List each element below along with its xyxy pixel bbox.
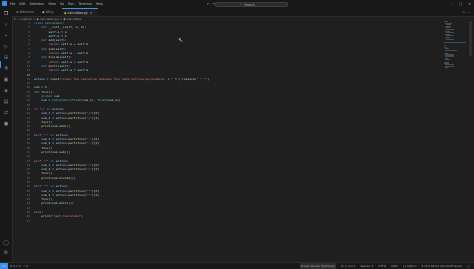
encoding-status[interactable]: UTF-8: [378, 263, 386, 269]
extensions-icon[interactable]: ⊞: [3, 55, 9, 61]
menu-item-edit[interactable]: Edit: [19, 0, 25, 8]
minimize-button[interactable]: –: [451, 0, 453, 8]
close-tab-icon[interactable]: ×: [90, 11, 93, 15]
github-icon[interactable]: ●: [3, 121, 9, 127]
minimap-line: [444, 41, 466, 43]
status-left: ⊗ 0 ⚠ 0 ⑂ 0: [10, 263, 28, 269]
menu-bar: File Edit Selection View Go Run Terminal Help: [10, 0, 103, 8]
maximize-button[interactable]: □: [459, 0, 462, 8]
menu-item-help[interactable]: Help: [96, 0, 103, 8]
menu-item-file[interactable]: File: [10, 0, 15, 8]
problems-status[interactable]: ⊗ 0 ⚠ 0: [10, 263, 21, 269]
minimap-line: [445, 67, 448, 69]
source-control-icon[interactable]: ⑂: [3, 33, 9, 39]
active-view-indicator: [0, 61, 1, 68]
line-number: 47: [26, 218, 30, 223]
live-share-icon[interactable]: ⇄: [3, 110, 9, 116]
account-icon[interactable]: ◯: [3, 240, 9, 246]
minimap[interactable]: [444, 21, 468, 71]
testing-icon[interactable]: ⚗: [3, 66, 9, 72]
title-bar: File Edit Selection View Go Run Terminal Help ←…: [0, 0, 474, 8]
cursor-position[interactable]: Ln 1, Col 1: [341, 263, 355, 269]
vscode-logo-icon: [2, 1, 7, 6]
indentation-status[interactable]: Spaces: 4: [360, 263, 373, 269]
editor-actions[interactable]: ▷ …: [463, 8, 470, 16]
search-label: Search: [244, 2, 255, 7]
docker-icon[interactable]: ▤: [3, 99, 9, 105]
notifications-icon[interactable]: ◯: [467, 263, 470, 269]
remote-explorer-icon[interactable]: ▣: [3, 77, 9, 83]
language-mode[interactable]: {} Python: [403, 263, 417, 269]
tab-calculator-py[interactable]: ◆calculator.py ×: [62, 8, 98, 16]
explorer-icon[interactable]: ❐: [3, 11, 9, 17]
manage-gear-icon[interactable]: ⚙: [3, 250, 9, 256]
minimap-line: [445, 49, 457, 51]
screen-reader-status[interactable]: Screen Reader Optimized: [299, 263, 336, 269]
remote-indicator[interactable]: ><: [0, 263, 8, 269]
menu-item-run[interactable]: Run: [68, 0, 74, 8]
search-icon: ⌕: [240, 1, 242, 6]
tab-label: Wing: [45, 10, 54, 14]
python-icon[interactable]: ◈: [3, 88, 9, 94]
code-line[interactable]: [34, 219, 209, 223]
minimap-line: [445, 59, 450, 61]
code-editor[interactable]: 1 2 3 4 5 6 7 8 9 10 11 12 13 14 15 16 17 18 19 20 21 22 23 24 2…: [12, 21, 474, 262]
window-controls: – □ ✕: [451, 0, 471, 8]
line-number-gutter: 1 2 3 4 5 6 7 8 9 10 11 12 13 14 15 16 17 18 19 20 21 22 23 24 2…: [12, 21, 32, 223]
run-debug-icon[interactable]: ▷: [3, 44, 9, 50]
editor-scrollbar[interactable]: [469, 21, 472, 56]
editor-tabs: ▷ … ≡Welcome ◆Wing ◆calculator.py ×: [12, 8, 474, 17]
eol-status[interactable]: CRLF: [391, 263, 398, 269]
nav-arrows[interactable]: ← →: [207, 0, 215, 8]
close-window-button[interactable]: ✕: [468, 0, 471, 8]
ports-status[interactable]: ⑂ 0: [24, 263, 28, 269]
search-icon[interactable]: ⌕: [3, 22, 9, 28]
status-right: Screen Reader Optimized Ln 1, Col 1 Spaces…: [299, 263, 470, 269]
python-interpreter[interactable]: 3.12.0 64-bit (microsoft store): [422, 263, 462, 269]
menu-item-terminal[interactable]: Terminal: [78, 0, 91, 8]
code-content[interactable]: class Calculator: def __init__(self, a, …: [34, 21, 209, 223]
mouse-pointer-icon: ↖: [178, 37, 184, 44]
menu-item-go[interactable]: Go: [60, 0, 64, 8]
minimap-line: [446, 38, 454, 40]
tab-label: calculator.py: [67, 11, 88, 15]
tab-welcome[interactable]: ≡Welcome: [14, 8, 38, 16]
menu-item-selection[interactable]: Selection: [30, 0, 45, 8]
tab-label: Welcome: [19, 10, 35, 14]
command-center-search[interactable]: ⌕ Search: [215, 1, 288, 7]
file-icon: ≡: [16, 10, 19, 14]
code-line[interactable]: action = input("enter the operation betw…: [34, 77, 209, 81]
tab-wing[interactable]: ◆Wing: [40, 8, 60, 16]
menu-item-view[interactable]: View: [48, 0, 56, 8]
